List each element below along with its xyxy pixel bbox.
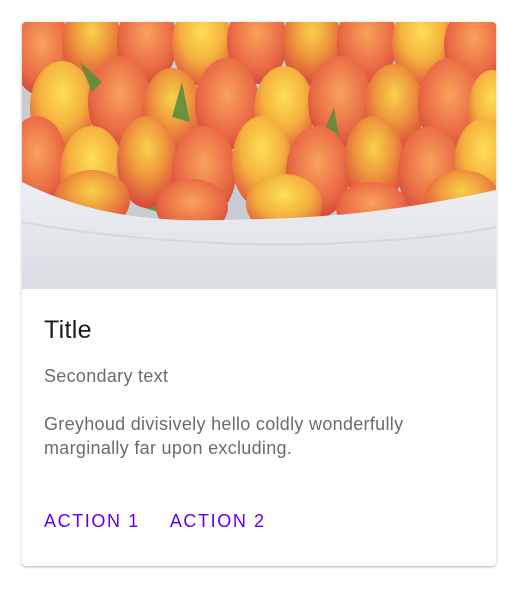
action-1-button[interactable]: ACTION 1 [36, 505, 148, 538]
card-actions: ACTION 1 ACTION 2 [36, 505, 274, 538]
card-title: Title [44, 316, 92, 344]
card: Title Secondary text Greyhoud divisively… [22, 22, 496, 566]
tulip-bouquet-illustration [22, 22, 496, 289]
card-media-image [22, 22, 496, 289]
card-content: Title Secondary text Greyhoud divisively… [22, 289, 496, 460]
card-secondary-text: Secondary text [44, 366, 169, 386]
action-2-button[interactable]: ACTION 2 [162, 505, 274, 538]
card-body-text: Greyhoud divisively hello coldly wonderf… [44, 414, 404, 458]
